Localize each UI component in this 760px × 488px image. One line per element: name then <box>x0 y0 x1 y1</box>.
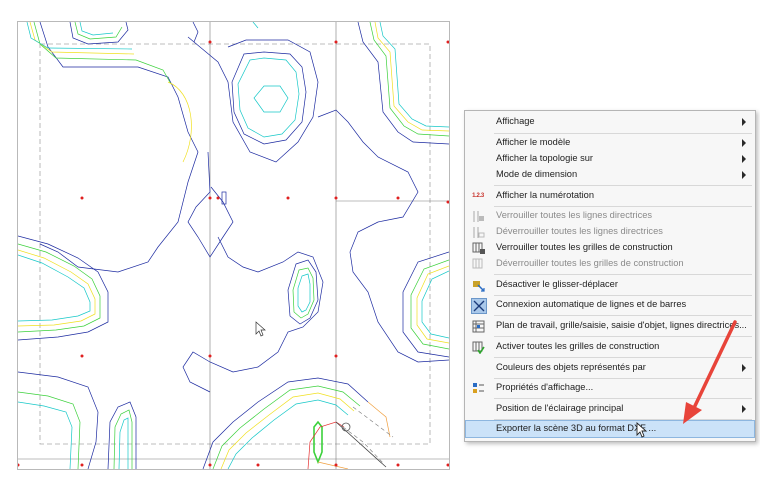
menu-separator <box>494 336 752 337</box>
menu-separator <box>494 357 752 358</box>
menu-item-plan-de-travail[interactable]: Plan de travail, grille/saisie, saisie d… <box>466 318 754 334</box>
menu-item-label: Verrouiller toutes les lignes directrice… <box>496 210 653 220</box>
lock-guidelines-icon <box>471 209 485 223</box>
drag-drop-icon <box>471 278 485 292</box>
connect-lines-icon <box>471 298 487 314</box>
unlock-grid-icon <box>471 257 485 271</box>
activate-grid-icon <box>471 340 485 354</box>
menu-item-exporter-dxf[interactable]: Exporter la scène 3D au format DXF ... <box>465 420 755 438</box>
menu-item-label: Position de l'éclairage principal <box>496 403 624 413</box>
work-plane-icon <box>471 319 485 333</box>
menu-item-label: Désactiver le glisser-déplacer <box>496 279 618 289</box>
menu-item-label: Afficher le modèle <box>496 137 571 147</box>
numbering-icon: 1.2.3 <box>472 193 484 199</box>
submenu-arrow-icon <box>742 118 746 126</box>
context-menu: Affichage Afficher le modèle Afficher la… <box>464 110 756 442</box>
model-view-canvas[interactable] <box>17 21 450 470</box>
menu-separator <box>494 206 752 207</box>
menu-item-affichage[interactable]: Affichage <box>466 114 754 130</box>
menu-item-connexion-automatique[interactable]: Connexion automatique de lignes et de ba… <box>466 297 754 314</box>
pointer-cursor-icon <box>255 321 266 337</box>
submenu-arrow-icon <box>742 171 746 179</box>
menu-separator <box>494 274 752 275</box>
menu-item-afficher-numerotation[interactable]: 1.2.3 Afficher la numérotation <box>466 188 754 204</box>
menu-item-label: Exporter la scène 3D au format DXF ... <box>496 423 657 433</box>
menu-item-label: Affichage <box>496 116 535 126</box>
menu-item-label: Afficher la numérotation <box>496 190 595 200</box>
menu-item-mode-dimension[interactable]: Mode de dimension <box>466 167 754 183</box>
menu-separator <box>494 419 752 420</box>
menu-item-afficher-topologie[interactable]: Afficher la topologie sur <box>466 151 754 167</box>
display-properties-icon <box>471 381 485 395</box>
menu-item-label: Connexion automatique de lignes et de ba… <box>496 299 687 309</box>
menu-separator <box>494 398 752 399</box>
menu-item-label: Déverrouiller toutes les lignes directri… <box>496 226 663 236</box>
menu-item-desactiver-glisser[interactable]: Désactiver le glisser-déplacer <box>466 277 754 293</box>
menu-item-label: Activer toutes les grilles de constructi… <box>496 341 660 351</box>
menu-item-label: Plan de travail, grille/saisie, saisie d… <box>496 320 747 330</box>
menu-separator <box>494 378 752 379</box>
menu-item-verrouiller-grilles[interactable]: Verrouiller toutes les grilles de constr… <box>466 240 754 256</box>
menu-item-label: Mode de dimension <box>496 169 578 179</box>
menu-item-couleurs-objets[interactable]: Couleurs des objets représentés par <box>466 360 754 376</box>
mouse-cursor-icon <box>636 422 648 438</box>
menu-separator <box>494 295 752 296</box>
menu-item-verrouiller-lignes[interactable]: Verrouiller toutes les lignes directrice… <box>466 208 754 224</box>
menu-separator <box>494 315 752 316</box>
menu-item-label: Verrouiller toutes les grilles de constr… <box>496 242 673 252</box>
menu-item-deverrouiller-grilles[interactable]: Déverrouiller toutes les grilles de cons… <box>466 256 754 272</box>
menu-item-label: Couleurs des objets représentés par <box>496 362 646 372</box>
menu-item-deverrouiller-lignes[interactable]: Déverrouiller toutes les lignes directri… <box>466 224 754 240</box>
menu-item-proprietes-affichage[interactable]: Propriétés d'affichage... <box>466 380 754 396</box>
lock-grid-icon <box>471 241 485 255</box>
menu-item-label: Afficher la topologie sur <box>496 153 593 163</box>
submenu-arrow-icon <box>742 139 746 147</box>
submenu-arrow-icon <box>742 155 746 163</box>
unlock-guidelines-icon <box>471 225 485 239</box>
menu-item-activer-grilles[interactable]: Activer toutes les grilles de constructi… <box>466 339 754 355</box>
menu-item-afficher-modele[interactable]: Afficher le modèle <box>466 135 754 151</box>
menu-separator <box>494 133 752 134</box>
menu-item-label: Propriétés d'affichage... <box>496 382 594 392</box>
menu-item-label: Déverrouiller toutes les grilles de cons… <box>496 258 684 268</box>
menu-separator <box>494 185 752 186</box>
submenu-arrow-icon <box>742 364 746 372</box>
submenu-arrow-icon <box>742 405 746 413</box>
contour-plot <box>18 22 449 469</box>
menu-item-position-eclairage[interactable]: Position de l'éclairage principal <box>466 401 754 417</box>
